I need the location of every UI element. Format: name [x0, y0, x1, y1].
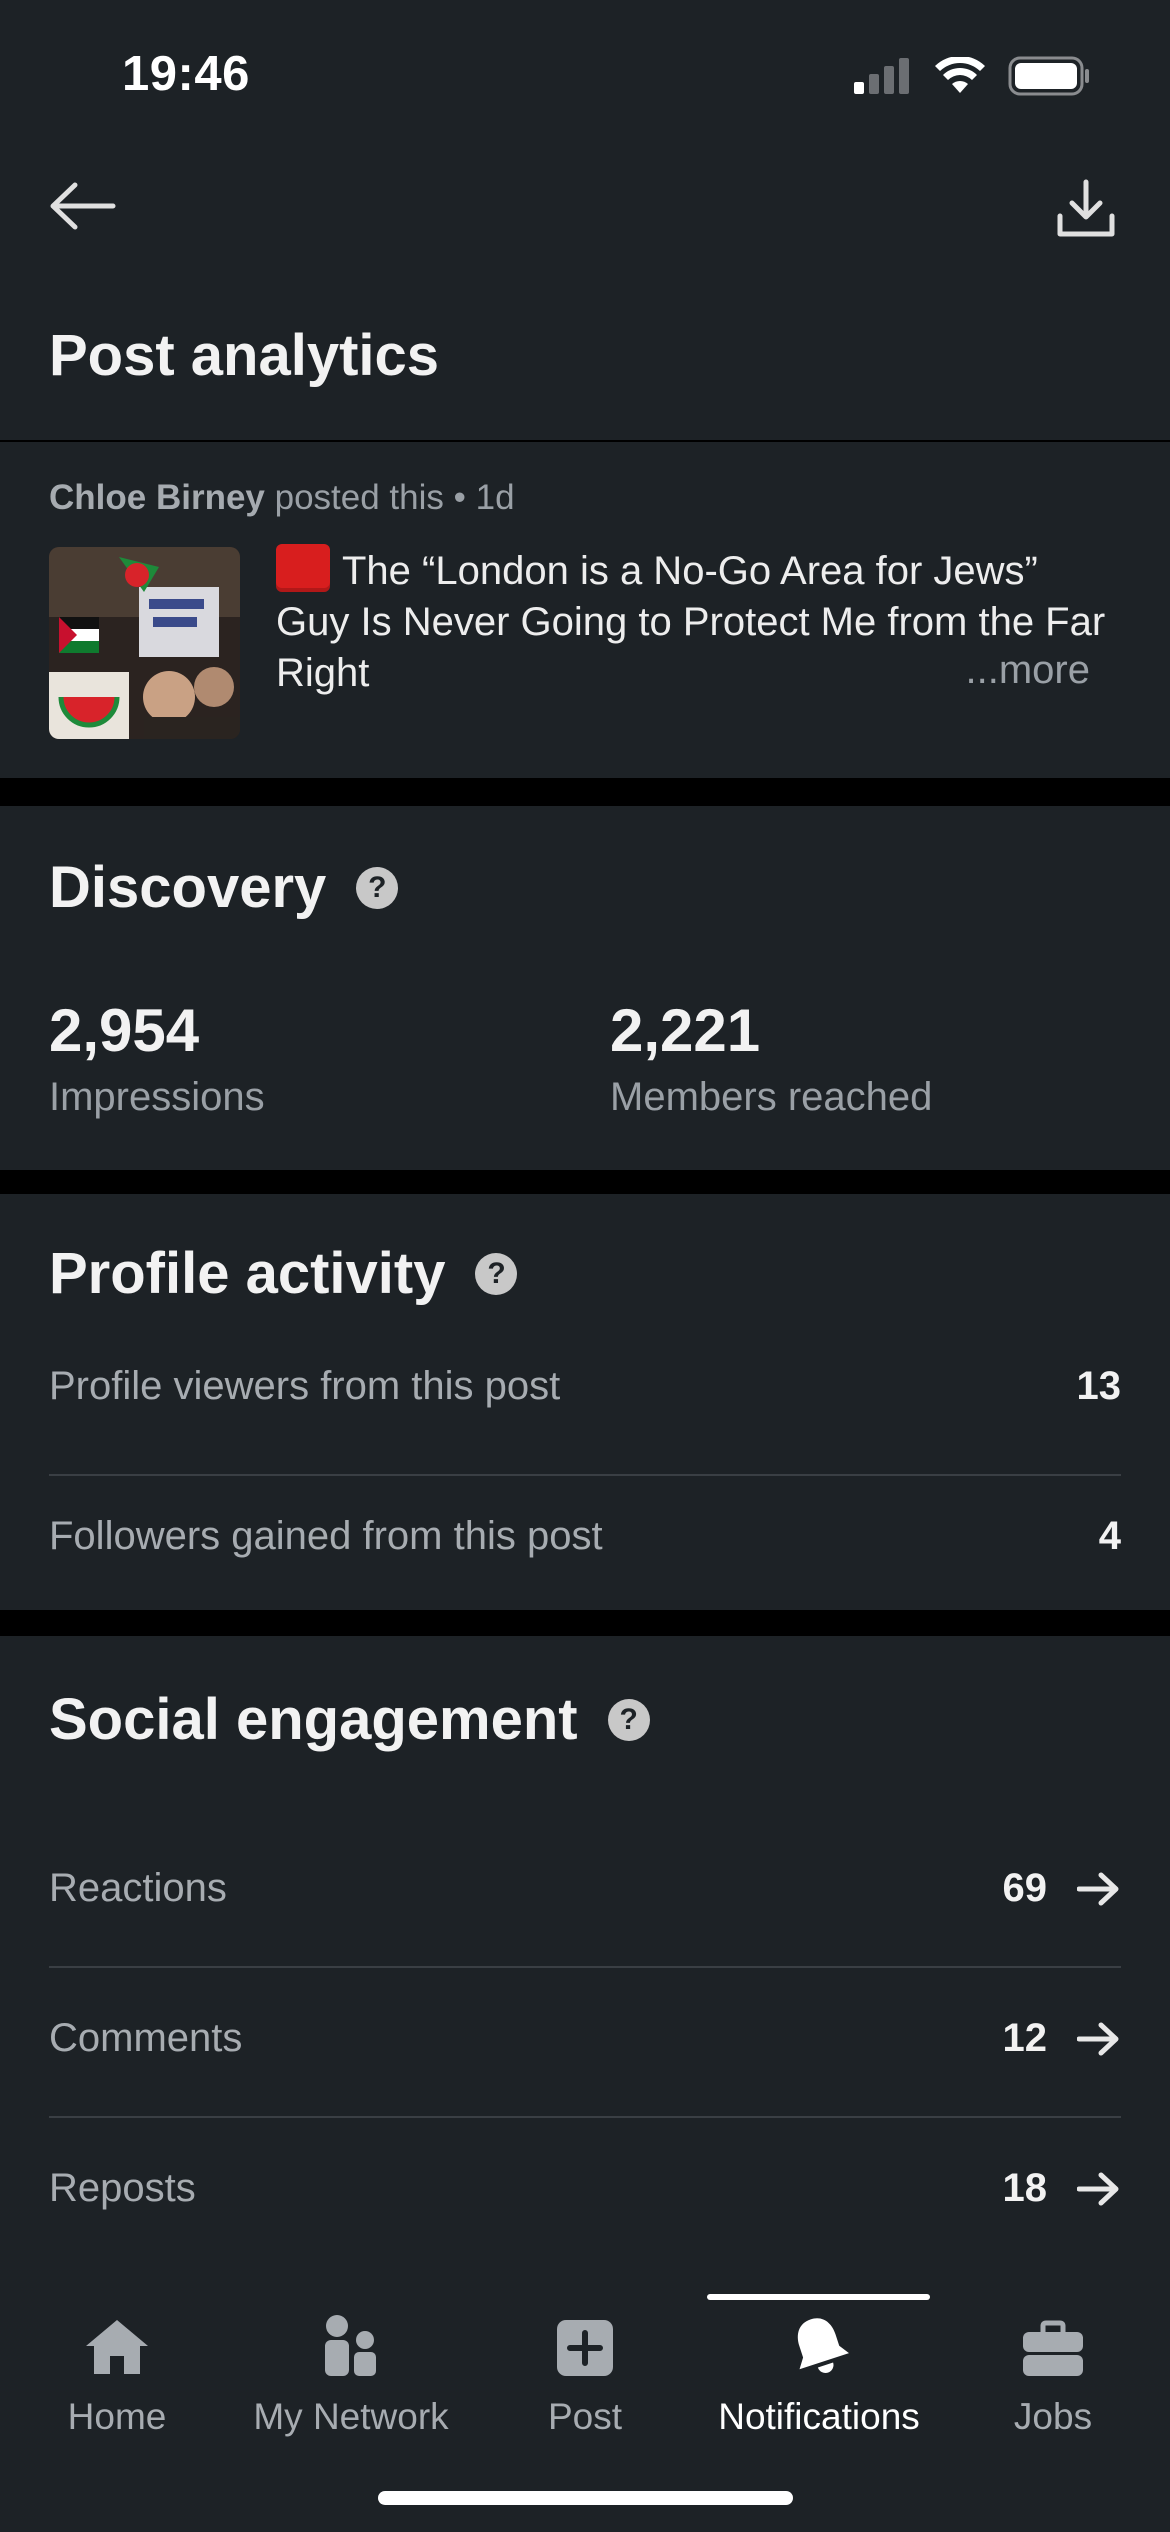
arrow-right-icon: [1077, 2022, 1119, 2055]
bell-icon: [797, 2318, 849, 2373]
network-icon: [325, 2315, 376, 2376]
post-meta: Chloe Birney posted this • 1d: [49, 478, 515, 518]
row-value: 69: [1002, 1866, 1048, 1910]
nav-post[interactable]: Post: [468, 2308, 702, 2438]
status-time: 19:46: [122, 47, 250, 101]
nav-label: Notifications: [718, 2396, 920, 2437]
social-engagement-section: Social engagement ? Reactions 69 Comment…: [0, 1636, 1170, 2286]
post-summary[interactable]: Chloe Birney posted this • 1d The “Londo…: [0, 442, 1170, 778]
more-link[interactable]: ...more: [966, 648, 1090, 693]
help-icon[interactable]: ?: [607, 1698, 650, 1741]
row-label: Comments: [49, 2016, 243, 2060]
help-icon[interactable]: ?: [356, 866, 399, 909]
row-label: Reactions: [49, 1866, 227, 1910]
members-reached-label: Members reached: [610, 1075, 933, 1119]
post-thumbnail[interactable]: [49, 547, 240, 739]
back-button[interactable]: [44, 176, 120, 236]
divider: [49, 1474, 1121, 1476]
social-engagement-title: Social engagement ?: [49, 1686, 650, 1753]
nav-home[interactable]: Home: [0, 2308, 234, 2438]
wifi-icon: [935, 57, 985, 93]
active-tab-indicator: [707, 2294, 930, 2300]
divider: [49, 1966, 1121, 1968]
reactions-row[interactable]: Reactions 69: [49, 1866, 1121, 1911]
briefcase-icon: [1023, 2320, 1083, 2376]
profile-activity-title: Profile activity ?: [49, 1240, 518, 1307]
row-label: Profile viewers from this post: [49, 1364, 561, 1408]
nav-jobs[interactable]: Jobs: [936, 2308, 1170, 2438]
nav-label: Post: [547, 2396, 623, 2437]
header-section: 19:46 Post analytics: [0, 0, 1170, 440]
discovery-section: Discovery ? 2,954 Impressions 2,221 Memb…: [0, 806, 1170, 1170]
status-icons: [854, 56, 1090, 96]
impressions-value: 2,954: [49, 997, 200, 1064]
members-reached-value: 2,221: [610, 997, 761, 1064]
download-icon: [1057, 179, 1115, 237]
nav-my-network[interactable]: My Network: [234, 2308, 468, 2438]
row-value-group: 12: [1003, 2016, 1122, 2061]
home-icon: [86, 2320, 148, 2374]
row-label: Followers gained from this post: [49, 1514, 603, 1558]
row-value: 12: [1002, 2016, 1048, 2060]
row-value: 13: [1076, 1364, 1122, 1408]
social-engagement-title-text: Social engagement: [49, 1687, 578, 1752]
row-label: Reposts: [49, 2166, 196, 2210]
impressions-stat: 2,954 Impressions: [49, 996, 265, 1120]
nav-label: My Network: [253, 2396, 449, 2437]
nav-label: Home: [67, 2396, 167, 2437]
row-value: 4: [1098, 1514, 1121, 1558]
post-meta-suffix: posted this • 1d: [274, 478, 515, 517]
home-indicator[interactable]: [378, 2491, 793, 2505]
reposts-row[interactable]: Reposts 18: [49, 2166, 1121, 2211]
followers-gained-row: Followers gained from this post 4: [49, 1514, 1121, 1559]
impressions-label: Impressions: [49, 1075, 265, 1119]
nav-label: Jobs: [1013, 2396, 1093, 2437]
help-icon[interactable]: ?: [475, 1252, 518, 1295]
discovery-title: Discovery ?: [49, 854, 399, 921]
discovery-title-text: Discovery: [49, 855, 327, 920]
post-icon: [557, 2320, 613, 2376]
profile-activity-title-text: Profile activity: [49, 1241, 446, 1306]
back-arrow-icon: [50, 182, 116, 230]
red-square-emoji-icon: [276, 544, 330, 592]
arrow-right-icon: [1077, 1872, 1119, 1905]
cellular-signal-icon: [854, 58, 909, 94]
post-author: Chloe Birney: [49, 478, 265, 517]
profile-activity-section: Profile activity ? Profile viewers from …: [0, 1194, 1170, 1610]
row-value-group: 18: [1003, 2166, 1122, 2211]
comments-row[interactable]: Comments 12: [49, 2016, 1121, 2061]
arrow-right-icon: [1077, 2172, 1119, 2205]
post-thumbnail-image: [49, 547, 240, 739]
profile-viewers-row: Profile viewers from this post 13: [49, 1364, 1121, 1409]
page-title: Post analytics: [49, 323, 440, 388]
row-value-group: 69: [1003, 1866, 1122, 1911]
divider: [49, 2116, 1121, 2118]
battery-icon: [1008, 56, 1089, 96]
members-reached-stat: 2,221 Members reached: [610, 996, 932, 1120]
row-value: 18: [1002, 2166, 1048, 2210]
nav-notifications[interactable]: Notifications: [702, 2308, 936, 2438]
download-button[interactable]: [1050, 176, 1122, 242]
